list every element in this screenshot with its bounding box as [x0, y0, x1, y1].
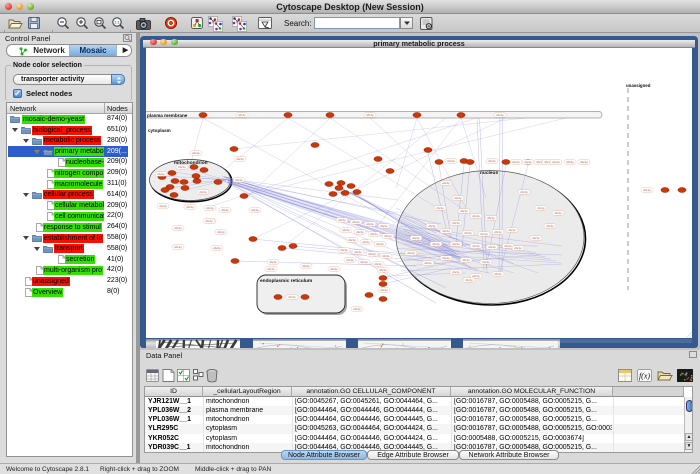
svg-text:Abc1p: Abc1p — [442, 181, 450, 185]
svg-text:Abc1p: Abc1p — [462, 258, 470, 262]
svg-text:Abc1p: Abc1p — [454, 196, 462, 200]
svg-text:Abc1p: Abc1p — [380, 224, 388, 228]
svg-text:Abc1p: Abc1p — [159, 204, 167, 208]
svg-text:Abc1p: Abc1p — [236, 157, 244, 161]
svg-text:Abc1p: Abc1p — [348, 238, 356, 242]
svg-text:Abc1p: Abc1p — [442, 256, 450, 260]
svg-text:Abc1p: Abc1p — [566, 160, 574, 164]
svg-text:Abc1p: Abc1p — [360, 260, 368, 264]
svg-text:unassigned: unassigned — [626, 83, 651, 88]
svg-text:f(x): f(x) — [639, 372, 650, 381]
svg-text:Abc1p: Abc1p — [488, 245, 496, 249]
svg-text:Abc1p: Abc1p — [330, 267, 338, 271]
svg-text:Abc1p: Abc1p — [174, 226, 182, 230]
svg-text:Abc1p: Abc1p — [288, 295, 296, 299]
svg-text:Abc1p: Abc1p — [346, 258, 354, 262]
svg-text:Abc1p: Abc1p — [447, 159, 455, 163]
svg-text:Abc1p: Abc1p — [512, 160, 520, 164]
svg-text:Abc1p: Abc1p — [482, 260, 490, 264]
svg-text:Abc1p: Abc1p — [352, 220, 360, 224]
svg-text:Abc1p: Abc1p — [580, 160, 588, 164]
svg-text:plasma membrane: plasma membrane — [147, 113, 188, 118]
svg-text:Abc1p: Abc1p — [452, 270, 460, 274]
svg-text:Abc1p: Abc1p — [554, 211, 562, 215]
svg-text:Abc1p: Abc1p — [174, 245, 182, 249]
svg-text:Abc1p: Abc1p — [382, 254, 390, 258]
svg-text:Abc1p: Abc1p — [537, 206, 545, 210]
svg-text:Abc1p: Abc1p — [460, 209, 468, 213]
svg-text:Abc1p: Abc1p — [370, 232, 378, 236]
svg-text:Abc1p: Abc1p — [442, 229, 450, 233]
svg-text:Abc1p: Abc1p — [384, 234, 392, 238]
svg-text:Abc1p: Abc1p — [206, 206, 214, 210]
svg-text:Abc1p: Abc1p — [465, 278, 473, 282]
svg-text:Abc1p: Abc1p — [199, 190, 207, 194]
svg-text:Abc1p: Abc1p — [302, 264, 310, 268]
svg-text:Abc1p: Abc1p — [338, 218, 346, 222]
svg-text:Abc1p: Abc1p — [472, 214, 480, 218]
svg-text:Abc1p: Abc1p — [205, 219, 213, 223]
svg-text:Abc1p: Abc1p — [487, 216, 495, 220]
svg-text:Abc1p: Abc1p — [452, 242, 460, 246]
svg-text:Abc1p: Abc1p — [354, 250, 362, 254]
svg-text:Abc1p: Abc1p — [376, 242, 384, 246]
svg-text:Abc1p: Abc1p — [356, 230, 364, 234]
svg-text:Abc1p: Abc1p — [186, 205, 194, 209]
svg-text:Abc1p: Abc1p — [353, 307, 361, 311]
svg-text:Abc1p: Abc1p — [428, 224, 436, 228]
svg-text:1:1: 1:1 — [114, 20, 120, 25]
svg-text:Abc1p: Abc1p — [157, 172, 165, 176]
svg-text:Abc1p: Abc1p — [643, 188, 651, 192]
svg-text:Abc1p: Abc1p — [192, 151, 200, 155]
svg-text:Abc1p: Abc1p — [488, 159, 496, 163]
svg-text:Abc1p: Abc1p — [504, 244, 512, 248]
svg-text:Abc1p: Abc1p — [342, 228, 350, 232]
svg-text:Abc1p: Abc1p — [269, 260, 277, 264]
svg-text:Abc1p: Abc1p — [340, 248, 348, 252]
svg-text:Abc1p: Abc1p — [452, 221, 460, 225]
svg-text:Abc1p: Abc1p — [221, 208, 229, 212]
svg-text:Abc1p: Abc1p — [217, 230, 225, 234]
svg-text:Abc1p: Abc1p — [472, 274, 480, 278]
svg-text:Abc1p: Abc1p — [552, 160, 560, 164]
svg-text:Abc1p: Abc1p — [366, 113, 374, 117]
svg-text:Abc1p: Abc1p — [213, 246, 221, 250]
svg-text:cytoplasm: cytoplasm — [148, 128, 171, 133]
svg-text:Abc1p: Abc1p — [379, 268, 387, 272]
svg-text:Abc1p: Abc1p — [532, 236, 540, 240]
svg-text:Abc1p: Abc1p — [524, 160, 532, 164]
svg-text:Abc1p: Abc1p — [520, 190, 528, 194]
svg-text:Abc1p: Abc1p — [546, 224, 554, 228]
svg-text:Abc1p: Abc1p — [496, 113, 504, 117]
svg-text:Abc1p: Abc1p — [464, 231, 472, 235]
svg-text:endoplasmic reticulum: endoplasmic reticulum — [260, 278, 312, 284]
svg-text:Abc1p: Abc1p — [472, 244, 480, 248]
svg-text:Abc1p: Abc1p — [368, 252, 376, 256]
svg-text:Abc1p: Abc1p — [238, 113, 246, 117]
svg-text:Abc1p: Abc1p — [412, 236, 420, 240]
svg-text:Abc1p: Abc1p — [407, 251, 415, 255]
svg-text:Abc1p: Abc1p — [366, 222, 374, 226]
svg-text:Abc1p: Abc1p — [267, 267, 275, 271]
svg-text:Abc1p: Abc1p — [380, 288, 388, 292]
svg-text:Abc1p: Abc1p — [432, 242, 440, 246]
svg-text:Abc1p: Abc1p — [480, 232, 488, 236]
svg-text:Abc1p: Abc1p — [494, 272, 502, 276]
svg-text:Abc1p: Abc1p — [424, 261, 432, 265]
svg-text:Abc1p: Abc1p — [235, 178, 243, 182]
svg-text:Abc1p: Abc1p — [514, 246, 522, 250]
svg-text:Abc1p: Abc1p — [436, 206, 444, 210]
svg-text:Abc1p: Abc1p — [251, 208, 259, 212]
svg-text:nucleus: nucleus — [480, 170, 498, 176]
svg-text:Abc1p: Abc1p — [374, 262, 382, 266]
svg-text:Abc1p: Abc1p — [178, 165, 186, 169]
svg-text:Abc1p: Abc1p — [494, 230, 502, 234]
svg-text:Abc1p: Abc1p — [508, 228, 516, 232]
svg-text:Abc1p: Abc1p — [362, 240, 370, 244]
